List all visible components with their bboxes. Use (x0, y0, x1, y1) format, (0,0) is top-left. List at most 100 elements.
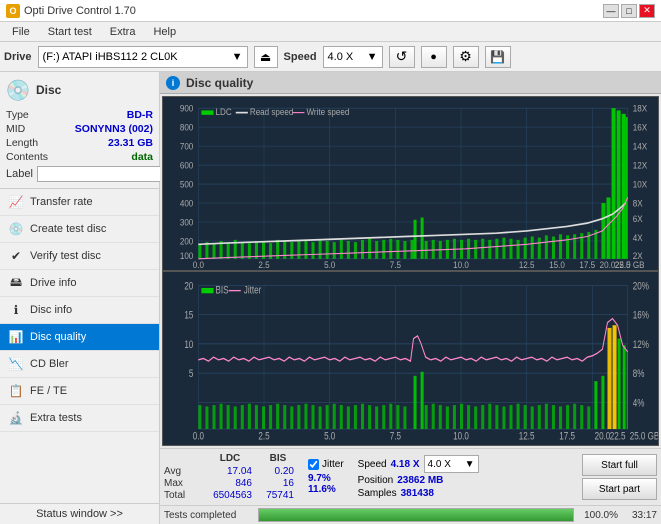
progress-percent: 100.0% (578, 510, 618, 521)
svg-text:4%: 4% (633, 397, 645, 409)
svg-text:900: 900 (180, 103, 194, 113)
speed-label: Speed (284, 51, 317, 63)
menu-extra[interactable]: Extra (102, 25, 144, 39)
length-key: Length (6, 137, 38, 149)
close-button[interactable]: ✕ (639, 4, 655, 18)
drive-select-value: (F:) ATAPI iHBS112 2 CL0K (43, 51, 178, 63)
elapsed-time: 33:17 (622, 510, 657, 521)
position-val: 23862 MB (397, 475, 443, 486)
sidebar-item-verify-test-disc[interactable]: ✔ Verify test disc (0, 243, 159, 270)
app-title: Opti Drive Control 1.70 (24, 5, 136, 17)
total-label: Total (164, 490, 202, 501)
svg-text:25.0 GB: 25.0 GB (630, 431, 658, 443)
sidebar-item-disc-quality[interactable]: 📊 Disc quality (0, 324, 159, 351)
status-window-button[interactable]: Status window >> (0, 503, 159, 524)
total-bis: 75741 (258, 490, 298, 501)
nav-items: 📈 Transfer rate 💿 Create test disc ✔ Ver… (0, 189, 159, 503)
speed-select[interactable]: 4.0 X ▼ (323, 46, 383, 68)
svg-text:500: 500 (180, 179, 194, 189)
max-ldc: 846 (204, 478, 256, 489)
cd-bler-icon: 📉 (8, 356, 24, 372)
svg-text:LDC: LDC (216, 106, 232, 116)
status-window-label: Status window >> (36, 508, 123, 520)
progress-bar (258, 508, 574, 522)
sidebar-item-cd-bler[interactable]: 📉 CD Bler (0, 351, 159, 378)
sidebar-item-disc-info[interactable]: ℹ Disc info (0, 297, 159, 324)
window-controls[interactable]: — □ ✕ (603, 4, 655, 18)
max-label: Max (164, 478, 202, 489)
drive-info-icon: 🖴 (8, 275, 24, 291)
burn-button[interactable]: ● (421, 46, 447, 68)
avg-jitter: 9.7% (308, 473, 344, 484)
start-part-button[interactable]: Start part (582, 478, 657, 500)
bis-chart-svg: 20 15 10 5 20% 16% 12% 8% 4% 0.0 2.5 5.0… (163, 272, 658, 445)
sidebar-item-transfer-rate[interactable]: 📈 Transfer rate (0, 189, 159, 216)
menu-start-test[interactable]: Start test (40, 25, 100, 39)
jitter-checkbox[interactable] (308, 459, 319, 470)
svg-text:300: 300 (180, 217, 194, 227)
speed-dropdown[interactable]: 4.0 X ▼ (424, 455, 479, 473)
drive-label: Drive (4, 51, 32, 63)
svg-text:BIS: BIS (216, 284, 229, 296)
position-label: Position (358, 475, 394, 486)
maximize-button[interactable]: □ (621, 4, 637, 18)
samples-val: 381438 (401, 488, 434, 499)
svg-text:12X: 12X (633, 160, 648, 170)
nav-disc-quality-label: Disc quality (30, 331, 86, 343)
speed-label-2: Speed (358, 459, 387, 470)
disc-type-row: Type BD-R (4, 108, 155, 122)
label-input[interactable] (37, 166, 171, 182)
disc-panel-label: Disc (36, 83, 61, 97)
sidebar-item-drive-info[interactable]: 🖴 Drive info (0, 270, 159, 297)
svg-text:Read speed: Read speed (250, 106, 294, 116)
save-button[interactable]: 💾 (485, 46, 511, 68)
chart-ldc: 900 800 700 600 500 400 300 200 100 18X … (162, 96, 659, 271)
menu-file[interactable]: File (4, 25, 38, 39)
nav-transfer-rate-label: Transfer rate (30, 196, 93, 208)
disc-label-row: Label ✎ (4, 164, 155, 184)
ldc-chart-svg: 900 800 700 600 500 400 300 200 100 18X … (163, 97, 658, 270)
svg-text:14X: 14X (633, 141, 648, 151)
menu-help[interactable]: Help (145, 25, 184, 39)
eject-button[interactable]: ⏏ (254, 46, 278, 68)
samples-label: Samples (358, 488, 397, 499)
nav-disc-info-label: Disc info (30, 304, 72, 316)
disc-mid-row: MID SONYNN3 (002) (4, 122, 155, 136)
svg-text:16X: 16X (633, 122, 648, 132)
start-full-button[interactable]: Start full (582, 454, 657, 476)
stats-section: LDC BIS Avg 17.04 0.20 Max 846 16 Tota (164, 453, 298, 501)
minimize-button[interactable]: — (603, 4, 619, 18)
nav-drive-info-label: Drive info (30, 277, 76, 289)
progress-bar-fill (259, 509, 573, 521)
svg-text:25.0 GB: 25.0 GB (615, 259, 645, 269)
svg-text:5.0: 5.0 (324, 431, 335, 443)
contents-key: Contents (6, 151, 48, 163)
svg-text:5.0: 5.0 (324, 259, 335, 269)
avg-ldc: 17.04 (204, 466, 256, 477)
sidebar-item-extra-tests[interactable]: 🔬 Extra tests (0, 405, 159, 432)
svg-text:2.5: 2.5 (258, 259, 269, 269)
type-val: BD-R (127, 109, 153, 121)
disc-quality-icon: 📊 (8, 329, 24, 345)
app-icon: O (6, 4, 20, 18)
jitter-label: Jitter (322, 459, 344, 470)
quality-icon: i (166, 76, 180, 90)
config-button[interactable]: ⚙ (453, 46, 479, 68)
svg-text:12%: 12% (633, 339, 650, 351)
svg-text:800: 800 (180, 122, 194, 132)
svg-text:17.5: 17.5 (579, 259, 595, 269)
sidebar-item-fe-te[interactable]: 📋 FE / TE (0, 378, 159, 405)
speed-value: 4.0 X (328, 51, 354, 63)
svg-text:20.0: 20.0 (600, 259, 616, 269)
refresh-button[interactable]: ↺ (389, 46, 415, 68)
svg-text:10.0: 10.0 (453, 259, 469, 269)
total-ldc: 6504563 (204, 490, 256, 501)
svg-text:15: 15 (184, 310, 193, 322)
transfer-rate-icon: 📈 (8, 194, 24, 210)
drive-bar: Drive (F:) ATAPI iHBS112 2 CL0K ▼ ⏏ Spee… (0, 42, 661, 72)
svg-text:12.5: 12.5 (519, 259, 535, 269)
drive-select[interactable]: (F:) ATAPI iHBS112 2 CL0K ▼ (38, 46, 248, 68)
sidebar-item-create-test-disc[interactable]: 💿 Create test disc (0, 216, 159, 243)
fe-te-icon: 📋 (8, 383, 24, 399)
disc-length-row: Length 23.31 GB (4, 136, 155, 150)
